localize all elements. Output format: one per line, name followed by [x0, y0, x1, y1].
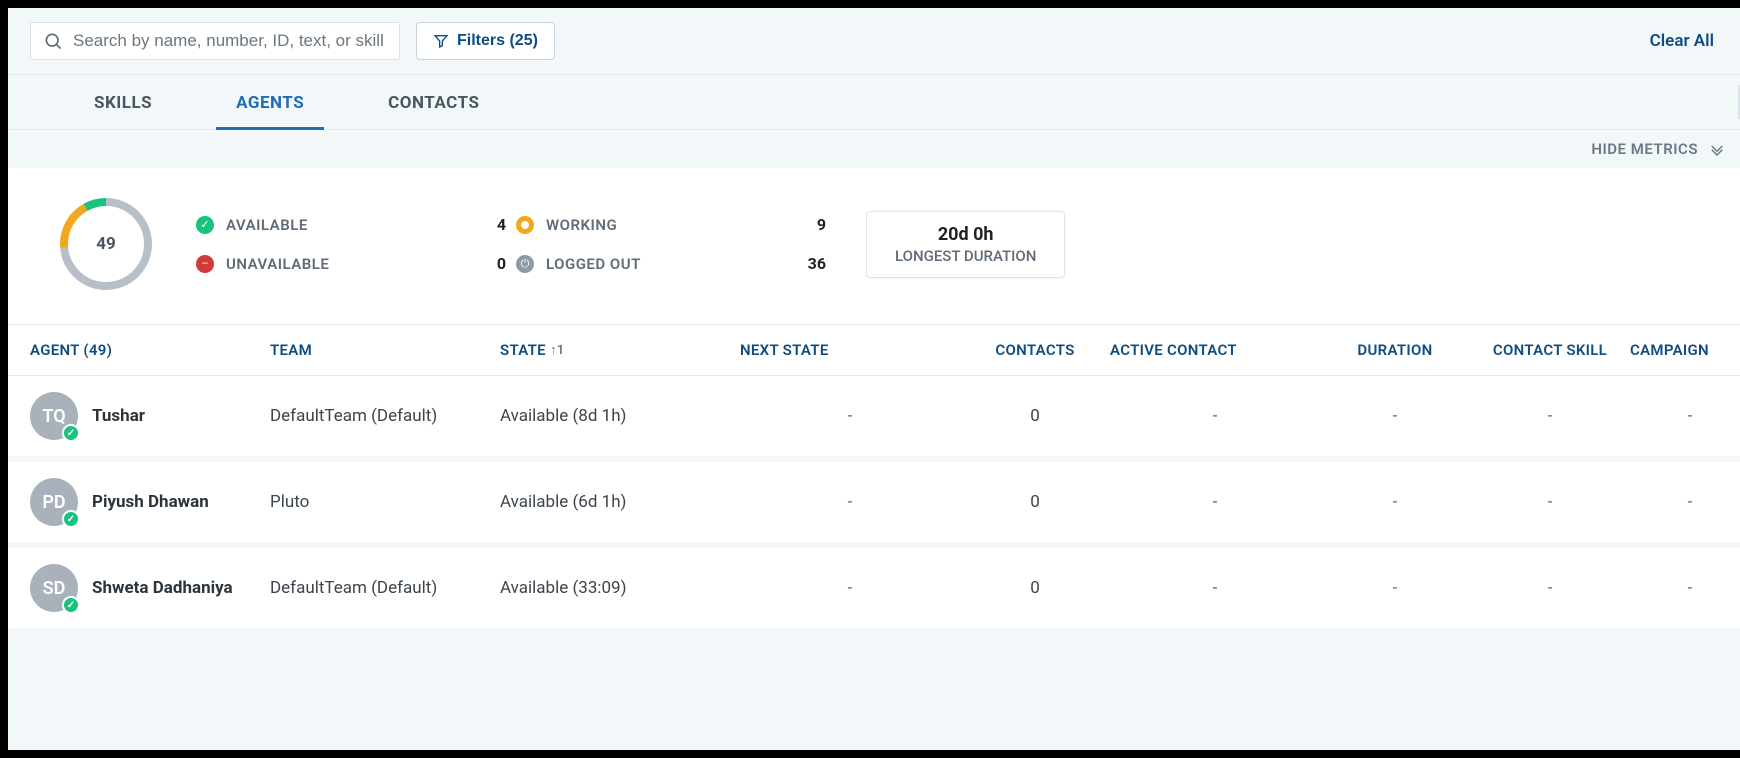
filters-button[interactable]: Filters (25) [416, 22, 555, 60]
active-contact-cell: - [1110, 406, 1320, 426]
agent-cell: PD ✓ Piyush Dhawan [30, 478, 270, 526]
filter-icon [433, 33, 449, 49]
filters-label: Filters (25) [457, 32, 538, 50]
col-campaign[interactable]: CAMPAIGN [1630, 341, 1740, 359]
contact-skill-cell: - [1470, 578, 1630, 598]
active-contact-cell: - [1110, 492, 1320, 512]
status-badge-icon: ✓ [62, 424, 80, 442]
search-icon [43, 31, 63, 51]
avatar: TQ ✓ [30, 392, 78, 440]
clear-all-link[interactable]: Clear All [1650, 31, 1714, 51]
status-badge-icon: ✓ [62, 510, 80, 528]
avatar: SD ✓ [30, 564, 78, 612]
table-row[interactable]: TQ ✓ Tushar DefaultTeam (Default) Availa… [8, 376, 1740, 462]
col-contacts[interactable]: CONTACTS [960, 341, 1110, 359]
next-state-cell: - [740, 492, 960, 512]
state-cell: Available (33:09) [500, 578, 740, 598]
active-contact-cell: - [1110, 578, 1320, 598]
next-state-cell: - [740, 578, 960, 598]
hide-metrics-toggle[interactable]: HIDE METRICS [8, 130, 1740, 168]
hide-metrics-label: HIDE METRICS [1591, 140, 1698, 158]
agents-donut-chart: 49 [56, 194, 156, 294]
state-cell: Available (6d 1h) [500, 492, 740, 512]
duration-cell: - [1320, 406, 1470, 426]
search-input-wrap[interactable] [30, 22, 400, 60]
search-input[interactable] [73, 31, 387, 51]
campaign-cell: - [1630, 578, 1740, 598]
metric-label: WORKING [546, 216, 782, 234]
metric-value: 0 [474, 254, 506, 273]
table-row[interactable]: SD ✓ Shweta Dadhaniya DefaultTeam (Defau… [8, 548, 1740, 634]
tabs: SKILLS AGENTS CONTACTS [8, 74, 1740, 130]
col-team[interactable]: TEAM [270, 341, 500, 359]
agent-name: Tushar [92, 406, 145, 426]
tab-contacts[interactable]: CONTACTS [346, 75, 521, 129]
col-state[interactable]: STATE ↑1 [500, 341, 740, 359]
metric-available: ✓ AVAILABLE 4 [196, 215, 506, 234]
table-body: TQ ✓ Tushar DefaultTeam (Default) Availa… [8, 376, 1740, 634]
team-cell: DefaultTeam (Default) [270, 406, 500, 426]
metric-unavailable: – UNAVAILABLE 0 [196, 254, 506, 273]
metric-label: LOGGED OUT [546, 255, 782, 273]
campaign-cell: - [1630, 492, 1740, 512]
contact-skill-cell: - [1470, 492, 1630, 512]
next-state-cell: - [740, 406, 960, 426]
metric-label: AVAILABLE [226, 216, 462, 234]
status-badge-icon: ✓ [62, 596, 80, 614]
longest-value: 20d 0h [895, 224, 1036, 245]
team-cell: Pluto [270, 492, 500, 512]
longest-duration-card: 20d 0h LONGEST DURATION [866, 211, 1065, 278]
col-duration[interactable]: DURATION [1320, 341, 1470, 359]
available-icon: ✓ [196, 216, 214, 234]
metric-value: 9 [794, 215, 826, 234]
logged-out-icon: ⏻ [516, 255, 534, 273]
metric-value: 4 [474, 215, 506, 234]
metric-logged-out: ⏻ LOGGED OUT 36 [516, 254, 826, 273]
avatar: PD ✓ [30, 478, 78, 526]
agent-cell: SD ✓ Shweta Dadhaniya [30, 564, 270, 612]
table-row[interactable]: PD ✓ Piyush Dhawan Pluto Available (6d 1… [8, 462, 1740, 548]
working-icon [516, 216, 534, 234]
campaign-cell: - [1630, 406, 1740, 426]
agent-cell: TQ ✓ Tushar [30, 392, 270, 440]
contact-skill-cell: - [1470, 406, 1630, 426]
longest-label: LONGEST DURATION [895, 247, 1036, 265]
metrics-panel: 49 ✓ AVAILABLE 4 WORKING 9 – UNAVAILABLE… [8, 168, 1740, 324]
contacts-cell: 0 [960, 492, 1110, 512]
team-cell: DefaultTeam (Default) [270, 578, 500, 598]
tab-skills[interactable]: SKILLS [52, 75, 194, 129]
duration-cell: - [1320, 492, 1470, 512]
contacts-cell: 0 [960, 406, 1110, 426]
agent-name: Piyush Dhawan [92, 492, 209, 512]
col-next-state[interactable]: NEXT STATE [740, 341, 960, 359]
agent-name: Shweta Dadhaniya [92, 578, 233, 598]
col-state-label: STATE [500, 341, 546, 359]
contacts-cell: 0 [960, 578, 1110, 598]
metric-value: 36 [794, 254, 826, 273]
col-agent[interactable]: AGENT (49) [30, 341, 270, 359]
metric-label: UNAVAILABLE [226, 255, 462, 273]
unavailable-icon: – [196, 255, 214, 273]
col-active-contact[interactable]: ACTIVE CONTACT [1110, 341, 1320, 359]
metric-working: WORKING 9 [516, 215, 826, 234]
chevron-down-icon [1708, 140, 1726, 158]
col-contact-skill[interactable]: CONTACT SKILL [1470, 341, 1630, 359]
duration-cell: - [1320, 578, 1470, 598]
sort-indicator: ↑1 [550, 342, 565, 358]
state-cell: Available (8d 1h) [500, 406, 740, 426]
table-header: AGENT (49) TEAM STATE ↑1 NEXT STATE CONT… [8, 324, 1740, 376]
tab-agents[interactable]: AGENTS [194, 75, 346, 129]
donut-total: 49 [56, 194, 156, 294]
